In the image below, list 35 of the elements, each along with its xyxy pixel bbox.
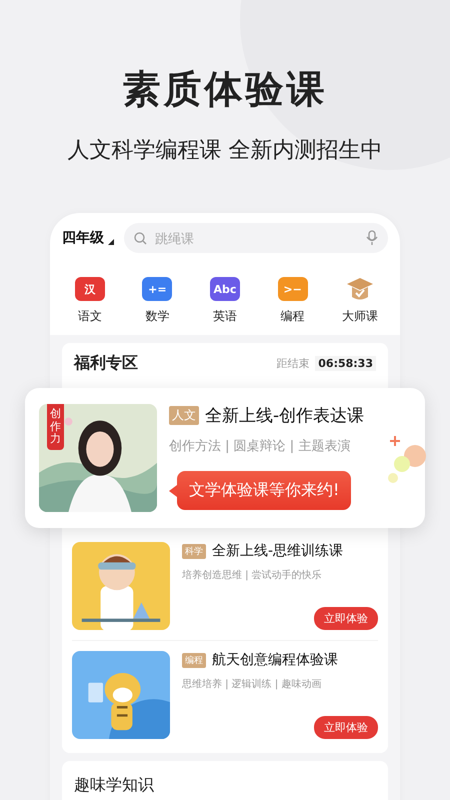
- course-features: 培养创造思维 | 尝试动手的快乐: [182, 568, 323, 582]
- category-label[interactable]: 大师课: [342, 308, 378, 325]
- category-label[interactable]: 英语: [212, 308, 237, 325]
- try-now-button[interactable]: 立即体验: [314, 716, 378, 739]
- featured-course-card[interactable]: 创作力 人文 全新上线-创作表达课 创作方法 | 圆桌辩论 | 主题表演 文学体验课等你来约!: [25, 388, 425, 528]
- search-field[interactable]: 跳绳课: [124, 223, 388, 253]
- picture-tag: 创作力: [47, 404, 64, 450]
- course-features: 创作方法 | 圆桌辩论 | 主题表演: [169, 438, 352, 455]
- grade-selector[interactable]: 四年级: [62, 229, 104, 247]
- subject-tag: 科学: [182, 544, 206, 558]
- course-title: 全新上线-思维训练课: [212, 542, 344, 560]
- character-icon: 汉: [74, 277, 105, 301]
- code-icon: >−: [278, 277, 308, 301]
- search-icon: [134, 232, 147, 244]
- section-title: 趣味学知识: [73, 774, 155, 796]
- category-label[interactable]: 数学: [145, 308, 170, 325]
- category-label[interactable]: 语文: [78, 308, 102, 325]
- dropdown-icon: [108, 239, 114, 245]
- course-title: 全新上线-创作表达课: [205, 405, 364, 427]
- microphone-icon[interactable]: [366, 230, 378, 246]
- search-input[interactable]: 跳绳课: [153, 230, 360, 246]
- subheadline: 人文科学编程课 全新内测招生中: [68, 137, 382, 165]
- calculator-icon: +=: [142, 277, 172, 301]
- countdown-timer: 06:58:33: [315, 356, 376, 371]
- subject-tag: 人文: [169, 406, 199, 425]
- speech-bubble-icon: Abc: [210, 277, 240, 301]
- headline: 素质体验课: [122, 66, 328, 113]
- course-title: 航天创意编程体验课: [212, 651, 338, 669]
- category-label[interactable]: 编程: [280, 308, 305, 325]
- course-features: 思维培养 | 逻辑训练 | 趣味动画: [182, 678, 322, 691]
- try-now-button[interactable]: 立即体验: [314, 607, 378, 630]
- countdown-label: 距结束: [276, 356, 310, 371]
- subject-tag: 编程: [182, 652, 206, 668]
- bubbles-drawing: [387, 434, 427, 484]
- section-title: 福利专区: [74, 353, 138, 374]
